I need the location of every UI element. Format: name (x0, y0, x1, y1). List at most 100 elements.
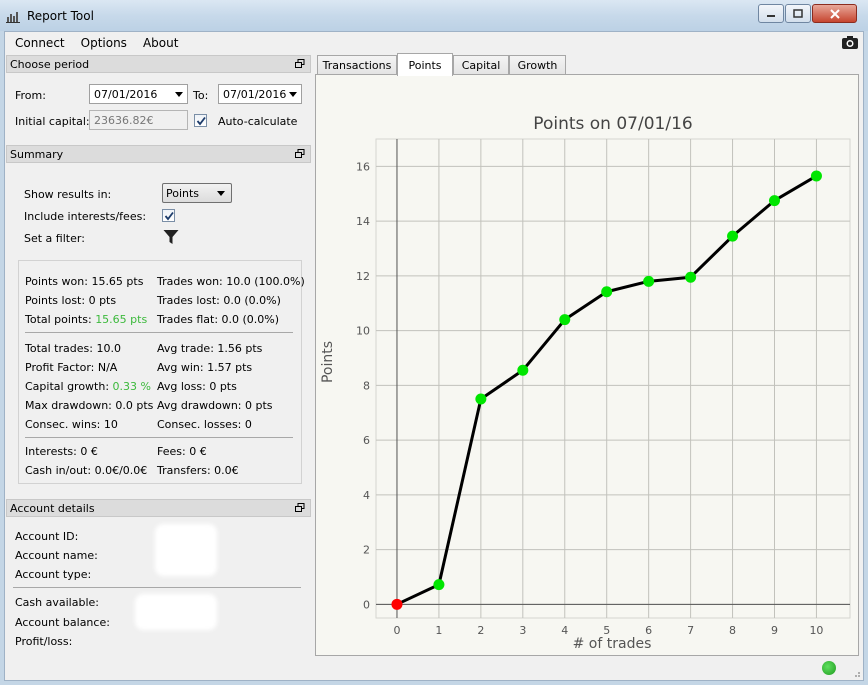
avg-drawdown: Avg drawdown: 0 pts (157, 399, 273, 412)
account-details-title: Account details (10, 501, 95, 515)
minimize-button[interactable] (758, 4, 784, 23)
tab-points[interactable]: Points (397, 53, 453, 76)
account-id-label: Account ID: (15, 530, 79, 543)
data-point (727, 230, 739, 242)
avg-loss: Avg loss: 0 pts (157, 380, 237, 393)
from-date-picker[interactable]: 07/01/2016 (89, 84, 188, 104)
filter-icon[interactable] (163, 229, 179, 245)
data-point (559, 314, 571, 326)
y-tick-label: 16 (356, 160, 370, 173)
divider (25, 332, 293, 333)
initial-capital-field: 23636.82€ (89, 110, 188, 130)
menu-about[interactable]: About (133, 36, 184, 50)
y-tick-label: 12 (356, 270, 370, 283)
data-point (391, 598, 403, 610)
summary-header: Summary (6, 145, 311, 163)
from-date-value: 07/01/2016 (94, 87, 158, 101)
initial-capital-value: 23636.82€ (94, 113, 154, 127)
account-type-label: Account type: (15, 568, 92, 581)
menu-bar: Connect Options About (5, 32, 863, 53)
summary-stats-box: Points won: 15.65 pts Points lost: 0 pts… (18, 260, 305, 484)
checkmark-icon (164, 211, 174, 221)
points-won: Points won: 15.65 pts (25, 275, 144, 288)
include-interests-checkbox[interactable] (162, 209, 175, 222)
account-details-header: Account details (6, 499, 311, 517)
consec-losses: Consec. losses: 0 (157, 418, 252, 431)
x-tick-label: 4 (561, 624, 568, 637)
chevron-down-icon (217, 191, 225, 196)
account-balance-label: Account balance: (15, 616, 110, 629)
cash-in-out: Cash in/out: 0.0€/0.0€ (25, 464, 148, 477)
trades-won: Trades won: 10.0 (100.0%) (157, 275, 305, 288)
tab-capital[interactable]: Capital (453, 55, 509, 75)
x-tick-label: 0 (393, 624, 400, 637)
initial-capital-label: Initial capital: (15, 115, 90, 128)
tab-growth[interactable]: Growth (509, 55, 566, 75)
float-panel-icon[interactable] (295, 149, 305, 159)
fees: Fees: 0 € (157, 445, 207, 458)
main-window: Connect Options About Choose period From… (4, 31, 864, 681)
profit-factor: Profit Factor: N/A (25, 361, 118, 374)
show-results-label: Show results in: (24, 188, 112, 201)
data-point (601, 286, 613, 298)
data-point (643, 275, 655, 287)
data-point (433, 579, 445, 591)
divider (13, 587, 301, 588)
to-date-picker[interactable]: 07/01/2016 (218, 84, 302, 104)
capital-growth: Capital growth: 0.33 % (25, 380, 151, 393)
chart-title: Points on 07/01/16 (533, 114, 692, 134)
data-point (517, 364, 529, 376)
resize-grip-icon[interactable] (851, 668, 861, 678)
to-date-value: 07/01/2016 (223, 87, 287, 101)
data-point (685, 271, 697, 283)
y-tick-label: 6 (363, 434, 370, 447)
y-tick-label: 4 (363, 489, 370, 502)
chevron-down-icon (289, 92, 297, 97)
close-button[interactable] (812, 4, 857, 23)
menu-options[interactable]: Options (71, 36, 133, 50)
summary-title: Summary (10, 147, 64, 161)
total-points: Total points: 15.65 pts (25, 313, 147, 326)
capital-growth-label: Capital growth: (25, 380, 110, 393)
chart-app-icon (6, 12, 20, 23)
y-tick-label: 8 (363, 379, 370, 392)
x-tick-label: 9 (771, 624, 778, 637)
from-label: From: (15, 89, 46, 102)
maximize-button[interactable] (785, 4, 811, 23)
y-tick-label: 0 (363, 598, 370, 611)
auto-calculate-checkbox[interactable] (194, 114, 207, 127)
data-point (768, 195, 780, 207)
close-icon (829, 8, 840, 19)
points-tab-pane: Points on 07/01/16 # of trades Points 0 2… (315, 74, 859, 656)
float-panel-icon[interactable] (295, 59, 305, 69)
x-tick-label: 8 (729, 624, 736, 637)
capital-growth-value: 0.33 % (112, 380, 151, 393)
show-results-select[interactable]: Points (162, 183, 232, 203)
x-tick-label: 3 (519, 624, 526, 637)
profit-loss-label: Profit/loss: (15, 635, 73, 648)
y-axis-label: Points (320, 341, 336, 383)
x-tick-label: 2 (477, 624, 484, 637)
window-title: Report Tool (27, 9, 94, 23)
float-panel-icon[interactable] (295, 503, 305, 513)
include-interests-label: Include interests/fees: (24, 210, 147, 223)
filter-label: Set a filter: (24, 232, 85, 245)
chevron-down-icon (175, 92, 183, 97)
trades-flat: Trades flat: 0.0 (0.0%) (157, 313, 280, 326)
total-points-label: Total points: (25, 313, 92, 326)
x-tick-label: 5 (603, 624, 610, 637)
camera-icon[interactable] (841, 34, 859, 50)
y-tick-label: 10 (356, 325, 370, 338)
y-tick-label: 14 (356, 215, 370, 228)
redaction-mark (135, 594, 217, 630)
trades-lost: Trades lost: 0.0 (0.0%) (157, 294, 281, 307)
tab-transactions[interactable]: Transactions (317, 55, 397, 75)
choose-period-header: Choose period (6, 55, 311, 73)
menu-connect[interactable]: Connect (5, 36, 71, 50)
transfers: Transfers: 0.0€ (157, 464, 239, 477)
data-point (475, 393, 487, 405)
x-axis-label: # of trades (573, 636, 652, 652)
checkmark-icon (196, 116, 206, 126)
total-trades: Total trades: 10.0 (25, 342, 121, 355)
redaction-mark (155, 524, 217, 576)
